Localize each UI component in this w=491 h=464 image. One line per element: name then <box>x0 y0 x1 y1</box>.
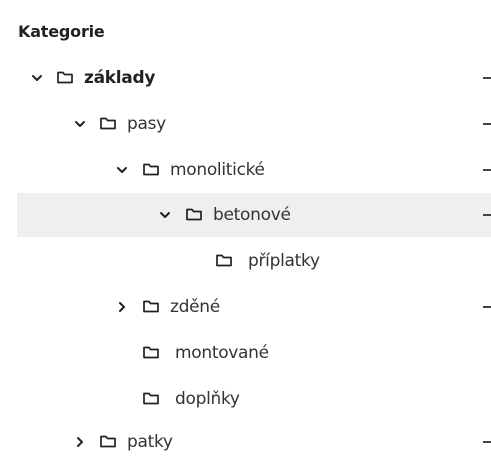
tree-item-montovane[interactable]: montované <box>0 331 491 375</box>
chevron-right-icon[interactable] <box>74 436 86 448</box>
folder-icon <box>56 69 74 85</box>
tree-item-monoliticke[interactable]: monolitické <box>0 148 491 192</box>
folder-icon <box>185 206 203 222</box>
folder-icon <box>142 390 160 406</box>
chevron-down-icon[interactable] <box>159 209 171 221</box>
more-actions-icon[interactable] <box>483 306 491 308</box>
chevron-right-icon[interactable] <box>116 301 128 313</box>
tree-item-zaklady[interactable]: základy <box>0 56 491 100</box>
tree-item-label: patky <box>127 432 173 452</box>
tree-item-zdene[interactable]: zděné <box>0 285 491 329</box>
tree-item-label: monolitické <box>170 160 265 180</box>
folder-icon <box>142 298 160 314</box>
tree-item-doplnky[interactable]: doplňky <box>0 377 491 421</box>
tree-item-priplatky[interactable]: příplatky <box>0 239 491 283</box>
tree-item-label: zděné <box>170 297 220 317</box>
more-actions-icon[interactable] <box>483 123 491 125</box>
tree-item-label: montované <box>175 343 269 363</box>
tree-item-label: pasy <box>127 114 166 134</box>
chevron-down-icon[interactable] <box>31 72 43 84</box>
tree-item-betonove[interactable]: betonové <box>17 193 491 237</box>
folder-icon <box>142 161 160 177</box>
more-actions-icon[interactable] <box>483 214 491 216</box>
more-actions-icon[interactable] <box>483 441 491 443</box>
folder-icon <box>99 115 117 131</box>
more-actions-icon[interactable] <box>483 77 491 79</box>
tree-item-pasy[interactable]: pasy <box>0 102 491 146</box>
category-tree-panel: Kategorie základy pasy monolitické beton… <box>0 0 491 459</box>
folder-icon <box>99 433 117 449</box>
tree-item-label: základy <box>84 68 156 88</box>
folder-icon <box>215 252 233 268</box>
tree-item-patky[interactable]: patky <box>0 420 491 464</box>
chevron-down-icon[interactable] <box>74 118 86 130</box>
tree-item-label: doplňky <box>175 389 240 409</box>
folder-icon <box>142 344 160 360</box>
panel-title: Kategorie <box>18 22 105 41</box>
tree-item-label: příplatky <box>248 251 320 271</box>
more-actions-icon[interactable] <box>483 169 491 171</box>
tree-item-label: betonové <box>213 205 291 225</box>
chevron-down-icon[interactable] <box>116 164 128 176</box>
